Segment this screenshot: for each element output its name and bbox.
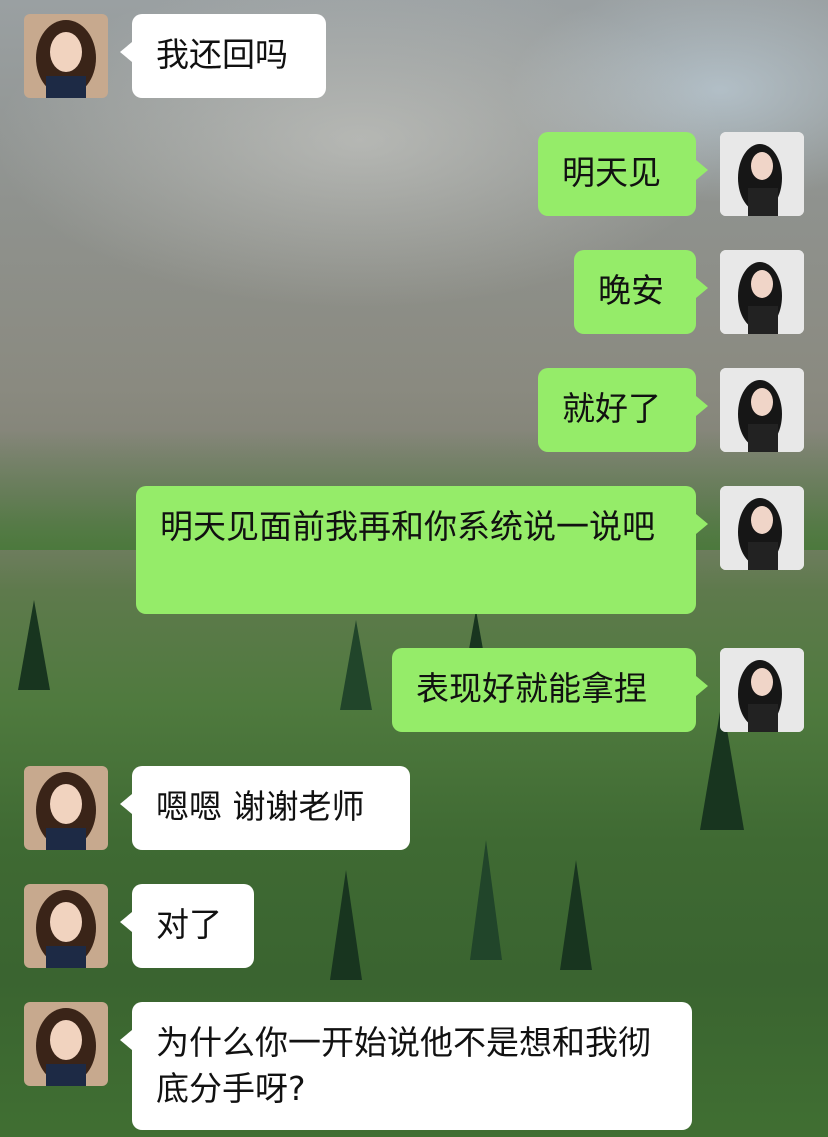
avatar-woman-dark-hair-icon[interactable] (720, 648, 804, 732)
message-bubble[interactable]: 对了 (132, 884, 254, 968)
avatar-woman-dark-hair-icon[interactable] (720, 250, 804, 334)
pine-tree (18, 600, 50, 690)
message-bubble[interactable]: 就好了 (538, 368, 696, 452)
avatar-woman-light-hair-icon[interactable] (24, 766, 108, 850)
pine-tree (330, 870, 362, 980)
pine-tree (560, 860, 592, 970)
avatar-woman-dark-hair-icon[interactable] (720, 132, 804, 216)
message-bubble[interactable]: 为什么你一开始说他不是想和我彻底分手呀? (132, 1002, 692, 1130)
avatar-woman-light-hair-icon[interactable] (24, 14, 108, 98)
message-bubble[interactable]: 晚安 (574, 250, 696, 334)
message-bubble[interactable]: 嗯嗯 谢谢老师 (132, 766, 410, 850)
avatar-woman-dark-hair-icon[interactable] (720, 368, 804, 452)
pine-tree (340, 620, 372, 710)
avatar-woman-light-hair-icon[interactable] (24, 884, 108, 968)
avatar-woman-dark-hair-icon[interactable] (720, 486, 804, 570)
message-bubble[interactable]: 明天见面前我再和你系统说一说吧 (136, 486, 696, 614)
message-bubble[interactable]: 明天见 (538, 132, 696, 216)
message-bubble[interactable]: 我还回吗 (132, 14, 326, 98)
message-bubble[interactable]: 表现好就能拿捏 (392, 648, 696, 732)
avatar-woman-light-hair-icon[interactable] (24, 1002, 108, 1086)
pine-tree (470, 840, 502, 960)
